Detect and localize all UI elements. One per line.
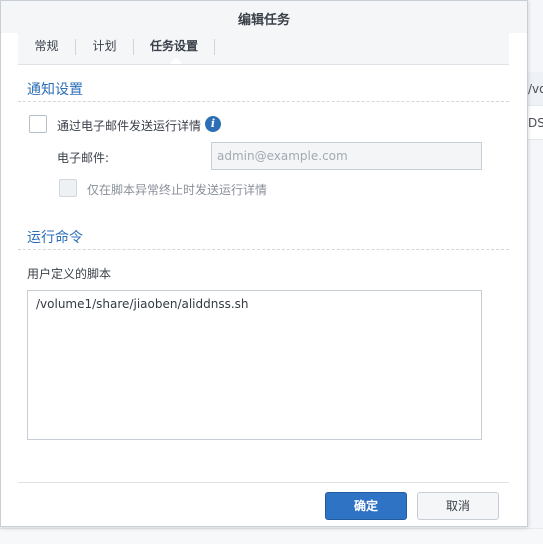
tab-separator <box>214 39 215 55</box>
cancel-button[interactable]: 取消 <box>417 492 499 520</box>
background-row-text: /vo <box>528 82 543 96</box>
dialog-titlebar[interactable]: 编辑任务 <box>1 1 527 33</box>
email-field-label: 电子邮件: <box>57 151 110 165</box>
tab-general[interactable]: 常规 <box>18 33 75 64</box>
tab-bar: 常规 计划 任务设置 <box>18 33 509 65</box>
notification-section-title: 通知设置 <box>27 82 83 98</box>
section-divider <box>18 249 509 250</box>
run-command-section-title: 运行命令 <box>27 230 83 246</box>
section-divider <box>18 101 509 102</box>
email-field[interactable]: admin@example.com <box>211 142 482 170</box>
background-footer <box>0 528 543 544</box>
abnormal-only-checkbox[interactable] <box>59 179 77 197</box>
edit-task-dialog: 编辑任务 常规 计划 任务设置 通知设置 通过电子邮件发送运行详情 i 电子邮件… <box>0 0 528 527</box>
footer-divider <box>18 482 509 483</box>
email-details-checkbox[interactable] <box>29 115 47 133</box>
abnormal-only-label: 仅在脚本异常终止时发送运行详情 <box>87 183 268 197</box>
ok-button[interactable]: 确定 <box>325 492 407 520</box>
script-textarea[interactable]: /volume1/share/jiaoben/aliddnss.sh <box>27 290 482 440</box>
active-tab-indicator <box>170 58 182 64</box>
background-row-text: DSM <box>528 116 543 130</box>
background-list-row[interactable]: DSM <box>528 106 543 140</box>
dialog-title: 编辑任务 <box>237 13 290 28</box>
background-list-row[interactable]: /vo <box>528 72 543 106</box>
script-label: 用户定义的脚本 <box>27 267 112 281</box>
email-details-label: 通过电子邮件发送运行详情 <box>57 119 202 133</box>
info-icon[interactable]: i <box>205 116 221 132</box>
tab-schedule[interactable]: 计划 <box>76 33 133 64</box>
